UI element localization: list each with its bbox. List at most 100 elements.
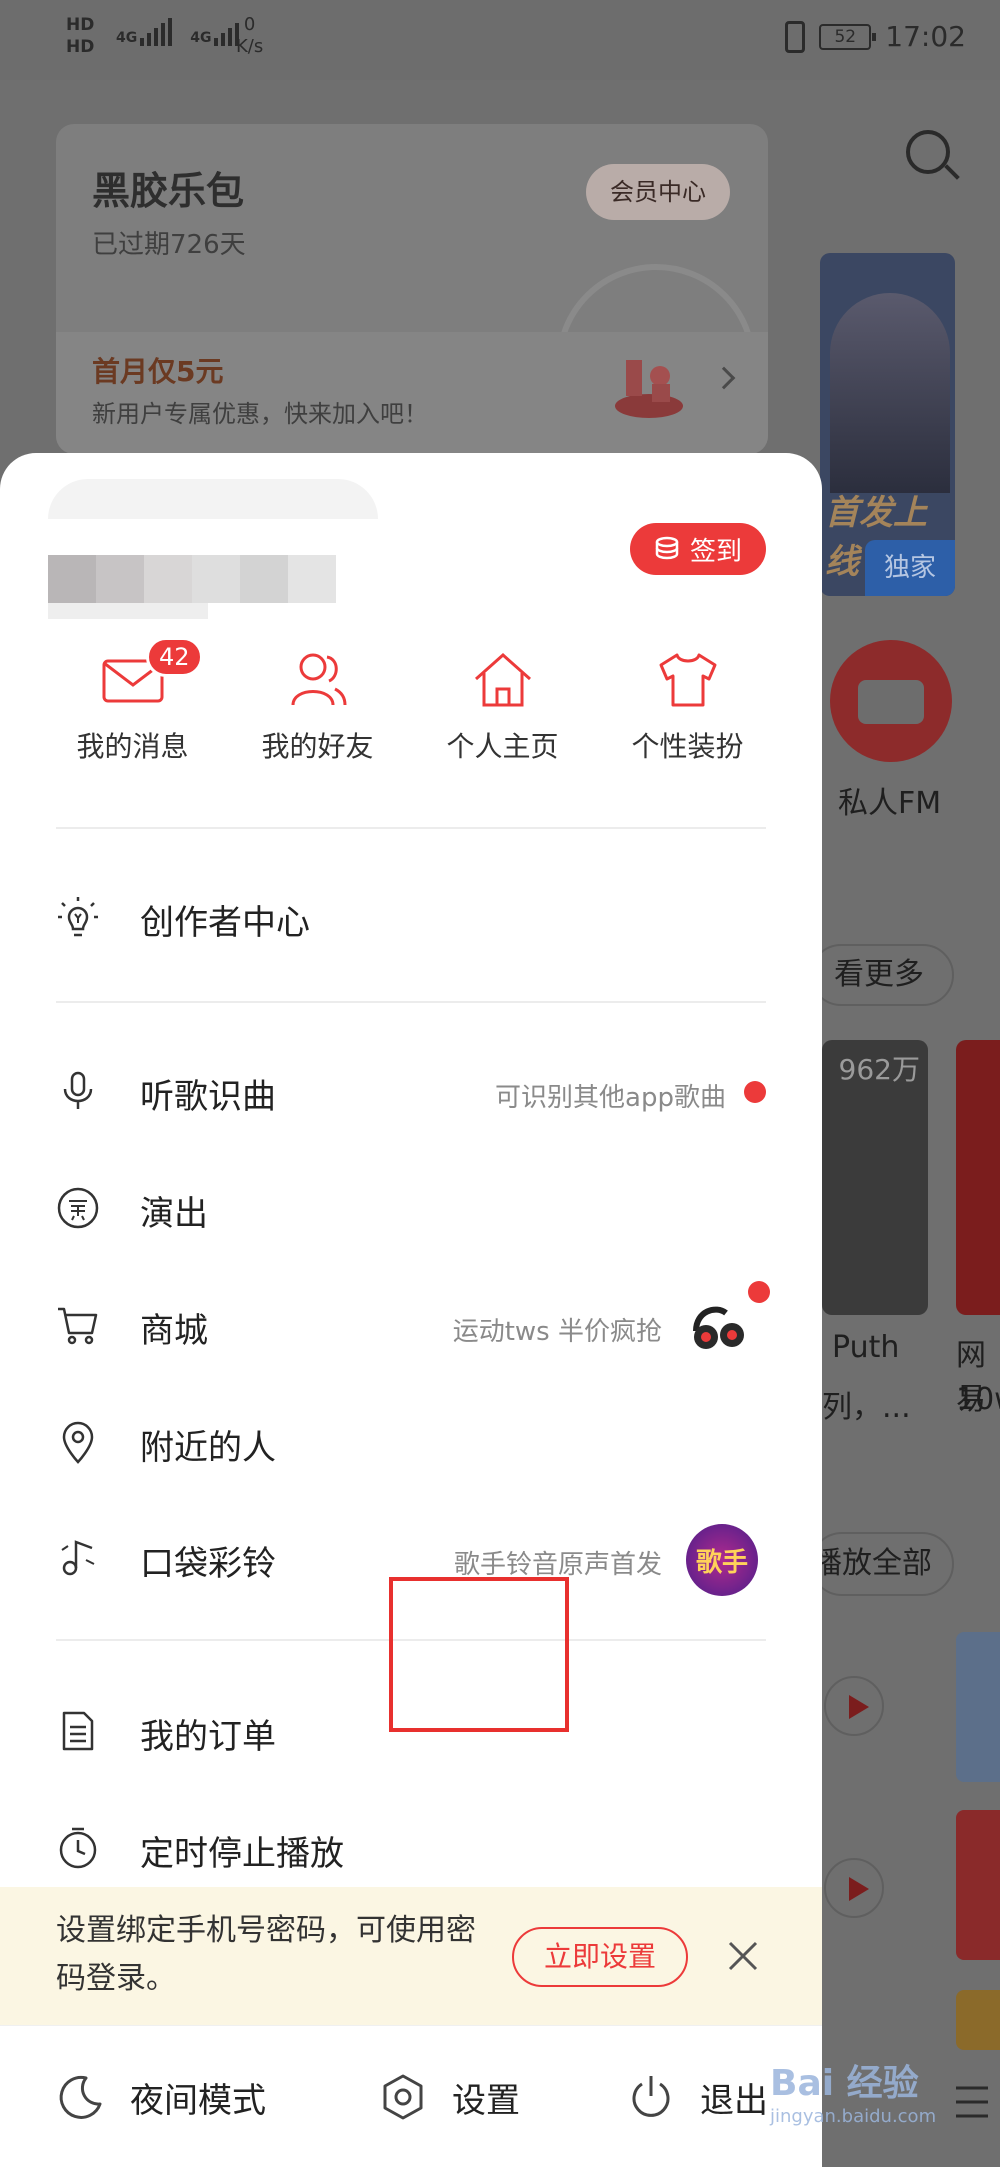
search-icon[interactable] [906, 130, 950, 174]
promo-title: 首月仅5元 [92, 355, 224, 388]
friends-button[interactable]: 我的好友 [225, 649, 410, 763]
notification-dot [748, 1281, 770, 1303]
set-now-button[interactable]: 立即设置 [512, 1927, 688, 1987]
song-thumbnail [956, 1632, 1000, 1782]
promo-illustration-icon [615, 360, 683, 418]
playlist-title: Puth [832, 1330, 900, 1365]
notification-dot [744, 1081, 766, 1103]
menu-item-song-recognition[interactable]: 听歌识曲 可识别其他app歌曲 [0, 1039, 822, 1139]
play-icon[interactable] [824, 1676, 884, 1736]
status-right: 52 17:02 [785, 20, 966, 53]
settings-highlight-box [389, 1577, 569, 1732]
menu-item-creator-center[interactable]: 创作者中心 [0, 865, 822, 965]
speed-unit: K/s [236, 36, 264, 57]
ticket-icon [57, 1187, 99, 1229]
radio-icon [858, 680, 924, 724]
homepage-label: 个人主页 [446, 730, 559, 763]
drawer-bottom-bar: 夜间模式 设置 退出 [0, 2025, 822, 2167]
menu-label: 附近的人 [140, 1428, 276, 1468]
menu-label: 口袋彩铃 [140, 1544, 276, 1584]
menu-label: 听歌识曲 [140, 1077, 276, 1117]
music-ringtone-icon [61, 1540, 95, 1576]
vip-promo[interactable]: 首月仅5元 新用户专属优惠，快来加入吧！ [56, 332, 768, 454]
menu-item-shows[interactable]: 演出 [0, 1156, 822, 1256]
side-drawer: 签到 42 我的消息 我的好友 个人主页 个性装扮 创作者中心 听歌识曲 可识别… [0, 453, 822, 2167]
night-mode-button[interactable]: 夜间模式 [56, 2026, 266, 2167]
private-fm-button[interactable] [830, 640, 952, 762]
power-icon [632, 2076, 670, 2117]
settings-label: 设置 [452, 2080, 520, 2121]
menu-label: 商城 [140, 1311, 208, 1351]
playlist-title: 10w [956, 1382, 1000, 1417]
location-pin-icon [62, 1421, 94, 1464]
see-more-button[interactable]: 看更多 [810, 944, 954, 1006]
singer-thumbnail: 歌手 [686, 1524, 758, 1596]
lightbulb-icon [58, 897, 98, 937]
menu-item-nearby[interactable]: 附近的人 [0, 1390, 822, 1490]
status-bar: HD HD 4G 4G 0 K/s 52 17:02 [0, 0, 1000, 80]
timer-icon [59, 1827, 97, 1869]
play-all-button[interactable]: 播放全部 [810, 1532, 954, 1596]
messages-label: 我的消息 [76, 730, 189, 763]
messages-button[interactable]: 42 我的消息 [40, 637, 225, 763]
menu-item-sleep-timer[interactable]: 定时停止播放 [0, 1796, 822, 1896]
sign-in-button[interactable]: 签到 [630, 523, 766, 575]
vibrate-icon [785, 20, 806, 53]
network-signal: 4G 4G [116, 18, 240, 46]
menu-item-mall[interactable]: 商城 运动tws 半价疯抢 [0, 1273, 822, 1373]
night-mode-label: 夜间模式 [130, 2080, 266, 2121]
baidu-watermark: Bai 经验 jingyan.baidu.com [770, 2054, 1000, 2164]
menu-label: 演出 [140, 1194, 208, 1234]
vip-expired: 已过期726天 [92, 230, 246, 260]
menu-hint: 运动tws 半价疯抢 [452, 1317, 662, 1347]
message-count-badge: 42 [146, 637, 203, 677]
notice-text: 设置绑定手机号密码，可使用密码登录。 [56, 1913, 476, 1996]
watermark-brand: Bai 经验 [770, 2063, 919, 2104]
homepage-button[interactable]: 个人主页 [410, 649, 595, 763]
hd-indicators: HD HD [66, 14, 94, 58]
vip-logo: 黑胶乐包 [92, 169, 245, 213]
menu-label: 我的订单 [140, 1717, 276, 1757]
gear-icon [383, 2074, 423, 2120]
tshirt-icon [659, 653, 716, 707]
playlist-card[interactable]: 962万 [822, 1040, 928, 1315]
song-thumbnail [956, 1810, 1000, 1960]
promo-subtitle: 新用户专属优惠，快来加入吧！ [92, 400, 428, 428]
logout-button[interactable]: 退出 [626, 2026, 768, 2167]
private-fm-label: 私人FM [838, 786, 942, 821]
watermark-url: jingyan.baidu.com [770, 2106, 937, 2127]
song-thumbnail [956, 1990, 1000, 2050]
user-profile-blurred[interactable] [48, 479, 378, 619]
hd-label-2: HD [66, 37, 95, 57]
chevron-right-icon [712, 366, 736, 390]
menu-label: 定时停止播放 [140, 1834, 344, 1874]
divider [56, 827, 766, 829]
menu-label: 创作者中心 [140, 903, 310, 943]
quick-actions: 42 我的消息 我的好友 个人主页 个性装扮 [40, 637, 780, 763]
battery-icon: 52 [819, 23, 877, 50]
member-center-button[interactable]: 会员中心 [586, 164, 730, 220]
dress-up-button[interactable]: 个性装扮 [595, 649, 780, 763]
play-icon[interactable] [824, 1858, 884, 1918]
dress-up-label: 个性装扮 [631, 730, 744, 763]
banner-tag: 独家 [865, 540, 955, 596]
network-speed: 0 K/s [236, 14, 263, 58]
signal-bars-icon [140, 18, 173, 46]
speed-value: 0 [243, 14, 256, 35]
banner-card[interactable]: 首发上线 独家 [820, 253, 955, 596]
settings-button[interactable]: 设置 [378, 2026, 520, 2167]
playlist-card[interactable] [956, 1040, 1000, 1315]
close-icon[interactable] [726, 1939, 760, 1973]
banner-image [830, 293, 950, 493]
vip-card[interactable]: 黑胶乐包 已过期726天 会员中心 首月仅5元 新用户专属优惠，快来加入吧！ [56, 124, 768, 454]
bind-phone-notice: 设置绑定手机号密码，可使用密码登录。 立即设置 [0, 1887, 822, 2025]
logout-label: 退出 [700, 2080, 768, 2121]
play-count: 962万 [838, 1053, 920, 1086]
playlist-title: 列，... [822, 1390, 911, 1425]
friends-icon [291, 653, 346, 706]
cart-icon [58, 1307, 98, 1345]
menu-hint: 可识别其他app歌曲 [495, 1083, 726, 1113]
earbuds-icon [693, 1306, 744, 1349]
moon-icon [59, 2075, 102, 2119]
menu-hint: 歌手铃音原声首发 [453, 1550, 662, 1580]
